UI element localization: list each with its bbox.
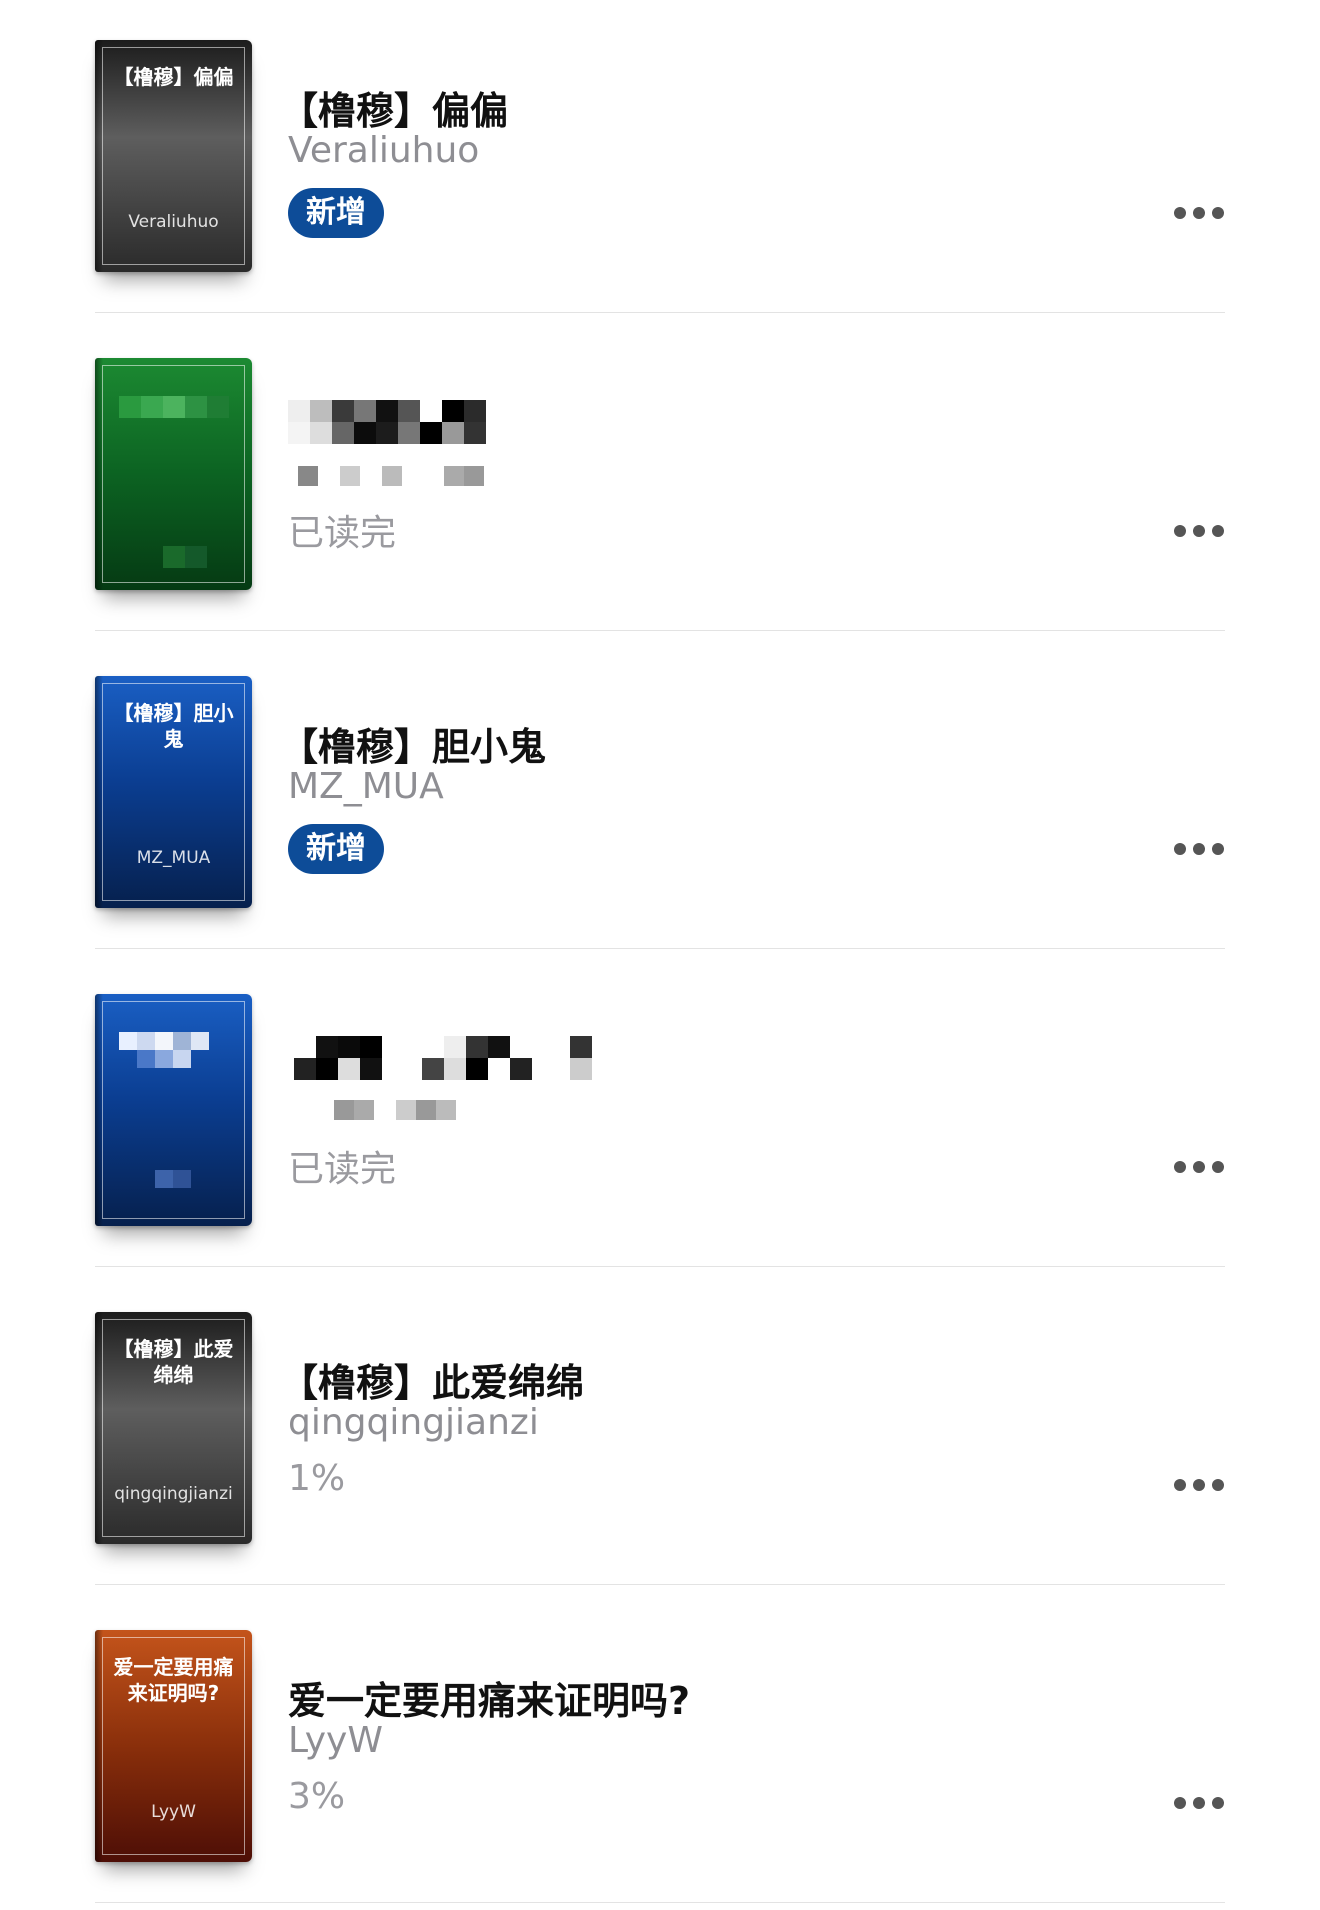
book-cover[interactable] — [95, 994, 252, 1226]
book-cover[interactable]: 【橹穆】偏偏 Veraliuhuo — [95, 40, 252, 272]
ellipsis-icon-dot — [1193, 1161, 1205, 1173]
ellipsis-icon-dot — [1193, 525, 1205, 537]
divider — [95, 1584, 1225, 1585]
more-button[interactable] — [1174, 207, 1224, 219]
new-badge: 新增 — [288, 824, 384, 874]
divider — [95, 312, 1225, 313]
pixelated-title — [294, 1036, 644, 1080]
reading-progress: 3% — [288, 1776, 346, 1817]
bookshelf-list: 【橹穆】偏偏 Veraliuhuo 【橹穆】偏偏 Veraliuhuo 新增 已… — [0, 0, 1320, 1910]
ellipsis-icon-dot — [1212, 207, 1224, 219]
reading-progress: 1% — [288, 1458, 346, 1499]
pixelated-author — [314, 1100, 514, 1120]
book-row[interactable]: 【橹穆】胆小鬼 MZ_MUA 【橹穆】胆小鬼 MZ_MUA 新增 — [0, 636, 1320, 954]
ellipsis-icon-dot — [1212, 1161, 1224, 1173]
book-author: qingqingjianzi — [288, 1402, 539, 1443]
ellipsis-icon — [1174, 525, 1186, 537]
divider — [95, 1902, 1225, 1903]
ellipsis-icon-dot — [1212, 843, 1224, 855]
pixelated-title — [288, 400, 488, 446]
book-row[interactable]: 爱一定要用痛来证明吗? LyyW 爱一定要用痛来证明吗? LyyW 3% — [0, 1590, 1320, 1908]
divider — [95, 948, 1225, 949]
divider — [95, 1266, 1225, 1267]
ellipsis-icon-dot — [1193, 1479, 1205, 1491]
ellipsis-icon — [1174, 207, 1186, 219]
new-badge: 新增 — [288, 188, 384, 238]
cover-author: qingqingjianzi — [114, 1484, 233, 1504]
book-title[interactable]: 【橹穆】此爱绵绵 — [280, 1352, 584, 1407]
pixelated-cover-text — [119, 396, 229, 576]
cover-author: Veraliuhuo — [128, 212, 219, 232]
book-row[interactable]: 已读完 — [0, 318, 1320, 636]
ellipsis-icon-dot — [1193, 207, 1205, 219]
book-row[interactable]: 【橹穆】偏偏 Veraliuhuo 【橹穆】偏偏 Veraliuhuo 新增 — [0, 0, 1320, 318]
book-cover[interactable] — [95, 358, 252, 590]
book-author: MZ_MUA — [288, 766, 444, 807]
book-author: LyyW — [288, 1720, 383, 1761]
divider — [95, 630, 1225, 631]
more-button[interactable] — [1174, 1797, 1224, 1809]
book-title[interactable]: 爱一定要用痛来证明吗? — [288, 1670, 690, 1725]
more-button[interactable] — [1174, 1161, 1224, 1173]
book-row[interactable]: 已读完 — [0, 954, 1320, 1272]
ellipsis-icon-dot — [1193, 843, 1205, 855]
book-author: Veraliuhuo — [288, 130, 480, 171]
cover-title: 【橹穆】此爱绵绵 — [113, 1337, 234, 1387]
more-button[interactable] — [1174, 1479, 1224, 1491]
reading-status: 已读完 — [288, 513, 397, 554]
cover-title: 【橹穆】胆小鬼 — [113, 701, 234, 751]
book-title[interactable]: 【橹穆】偏偏 — [280, 80, 508, 135]
book-row[interactable]: 【橹穆】此爱绵绵 qingqingjianzi 【橹穆】此爱绵绵 qingqin… — [0, 1272, 1320, 1590]
book-cover[interactable]: 爱一定要用痛来证明吗? LyyW — [95, 1630, 252, 1862]
ellipsis-icon-dot — [1212, 1479, 1224, 1491]
cover-title: 【橹穆】偏偏 — [113, 65, 234, 89]
cover-author: LyyW — [151, 1802, 196, 1822]
ellipsis-icon — [1174, 1479, 1186, 1491]
pixelated-author — [298, 466, 498, 486]
more-button[interactable] — [1174, 843, 1224, 855]
ellipsis-icon-dot — [1212, 1797, 1224, 1809]
book-cover[interactable]: 【橹穆】胆小鬼 MZ_MUA — [95, 676, 252, 908]
more-button[interactable] — [1174, 525, 1224, 537]
ellipsis-icon-dot — [1212, 525, 1224, 537]
ellipsis-icon-dot — [1193, 1797, 1205, 1809]
ellipsis-icon — [1174, 1797, 1186, 1809]
ellipsis-icon — [1174, 843, 1186, 855]
cover-title: 爱一定要用痛来证明吗? — [113, 1655, 234, 1705]
book-title[interactable]: 【橹穆】胆小鬼 — [280, 716, 546, 771]
reading-status: 已读完 — [288, 1149, 397, 1190]
ellipsis-icon — [1174, 1161, 1186, 1173]
book-cover[interactable]: 【橹穆】此爱绵绵 qingqingjianzi — [95, 1312, 252, 1544]
pixelated-cover-text — [119, 1032, 229, 1212]
cover-author: MZ_MUA — [136, 848, 211, 868]
